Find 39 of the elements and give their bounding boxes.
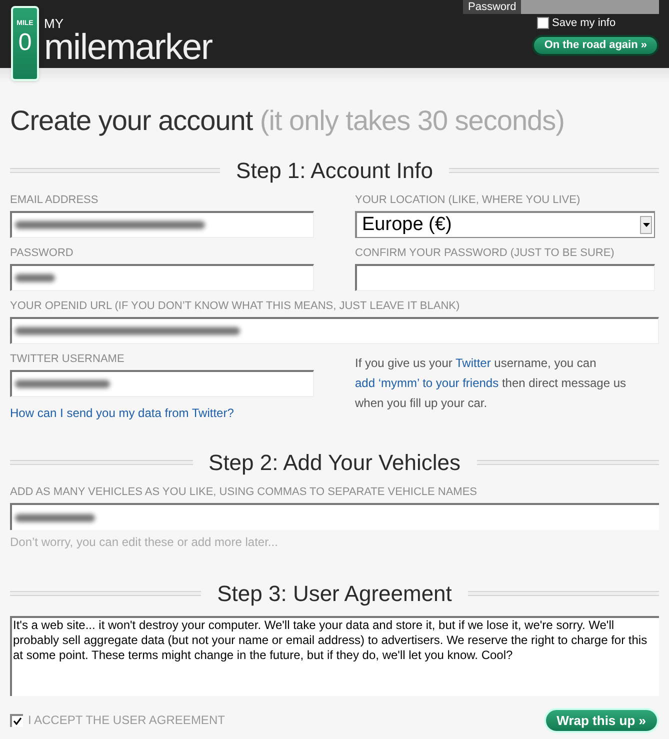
blurred-value-icon bbox=[15, 380, 110, 388]
section-heading: Step 2: Add Your Vehicles bbox=[208, 449, 462, 477]
field-label: YOUR LOCATION (LIKE, WHERE YOU LIVE) bbox=[355, 193, 582, 207]
brand-name: milemarker bbox=[44, 30, 212, 64]
text-field[interactable] bbox=[10, 317, 659, 344]
text-field[interactable] bbox=[10, 370, 314, 397]
brand-small-text: MY bbox=[44, 17, 64, 30]
blurred-value-icon bbox=[15, 221, 205, 229]
field-label: CONFIRM YOUR PASSWORD (JUST TO BE SURE) bbox=[355, 246, 616, 260]
vehicles-field[interactable] bbox=[10, 503, 659, 530]
twitter-note-link[interactable]: Twitter bbox=[456, 356, 491, 370]
blurred-value-icon bbox=[15, 274, 55, 282]
vehicles-hint: Don’t worry, you can edit these or add more later... bbox=[10, 534, 279, 551]
location-select[interactable]: Europe (€) bbox=[355, 211, 655, 238]
twitter-note-link[interactable]: add ‘mymm’ to your friends bbox=[355, 376, 499, 390]
blurred-value-icon bbox=[15, 327, 240, 335]
page-title: Create your account (it only takes 30 seconds) bbox=[10, 104, 566, 138]
twitter-note: If you give us your Twitter username, you can add ‘mymm’ to your friends then direct message us when you fill up your car. bbox=[355, 355, 628, 412]
password-label: Password bbox=[463, 0, 522, 14]
text-field[interactable] bbox=[10, 264, 314, 291]
twitter-help-link[interactable]: How can I send you my data from Twitter? bbox=[10, 404, 314, 422]
section-heading: Step 1: Account Info bbox=[235, 157, 434, 185]
submit-button[interactable]: Wrap this up » bbox=[544, 708, 659, 733]
password-field[interactable] bbox=[521, 0, 659, 14]
blurred-value-icon bbox=[15, 514, 95, 522]
login-button[interactable]: On the road again » bbox=[532, 34, 659, 56]
accept-label: I ACCEPT THE USER AGREEMENT bbox=[28, 712, 225, 729]
text-field[interactable] bbox=[355, 264, 655, 291]
field-label: EMAIL ADDRESS bbox=[10, 193, 100, 207]
field-label: PASSWORD bbox=[10, 246, 74, 260]
accept-checkbox[interactable] bbox=[10, 714, 23, 726]
save-info-checkbox[interactable] bbox=[537, 17, 549, 30]
field-label: TWITTER USERNAME bbox=[10, 352, 126, 366]
text-field[interactable] bbox=[10, 211, 314, 238]
field-label: ADD AS MANY VEHICLES AS YOU LIKE, USING COMMAS TO SEPARATE VEHICLE NAMES bbox=[10, 485, 478, 499]
agreement-text-area[interactable]: It's a web site... it won't destroy your computer. We'll take your data and store it, but if we lose it, we're sorry. We'll probably sell aggregate data (but not your name or email address) to advertisers. We reserve the right to charge for this at some point. These terms might change in the future, but if they do, we'll let you know. Cool? bbox=[10, 616, 659, 696]
field-label: YOUR OPENID URL (IF YOU DON’T KNOW WHAT THIS MEANS, JUST LEAVE IT BLANK) bbox=[10, 299, 461, 313]
section-heading: Step 3: User Agreement bbox=[216, 580, 453, 608]
save-info-label: Save my info bbox=[552, 16, 616, 31]
